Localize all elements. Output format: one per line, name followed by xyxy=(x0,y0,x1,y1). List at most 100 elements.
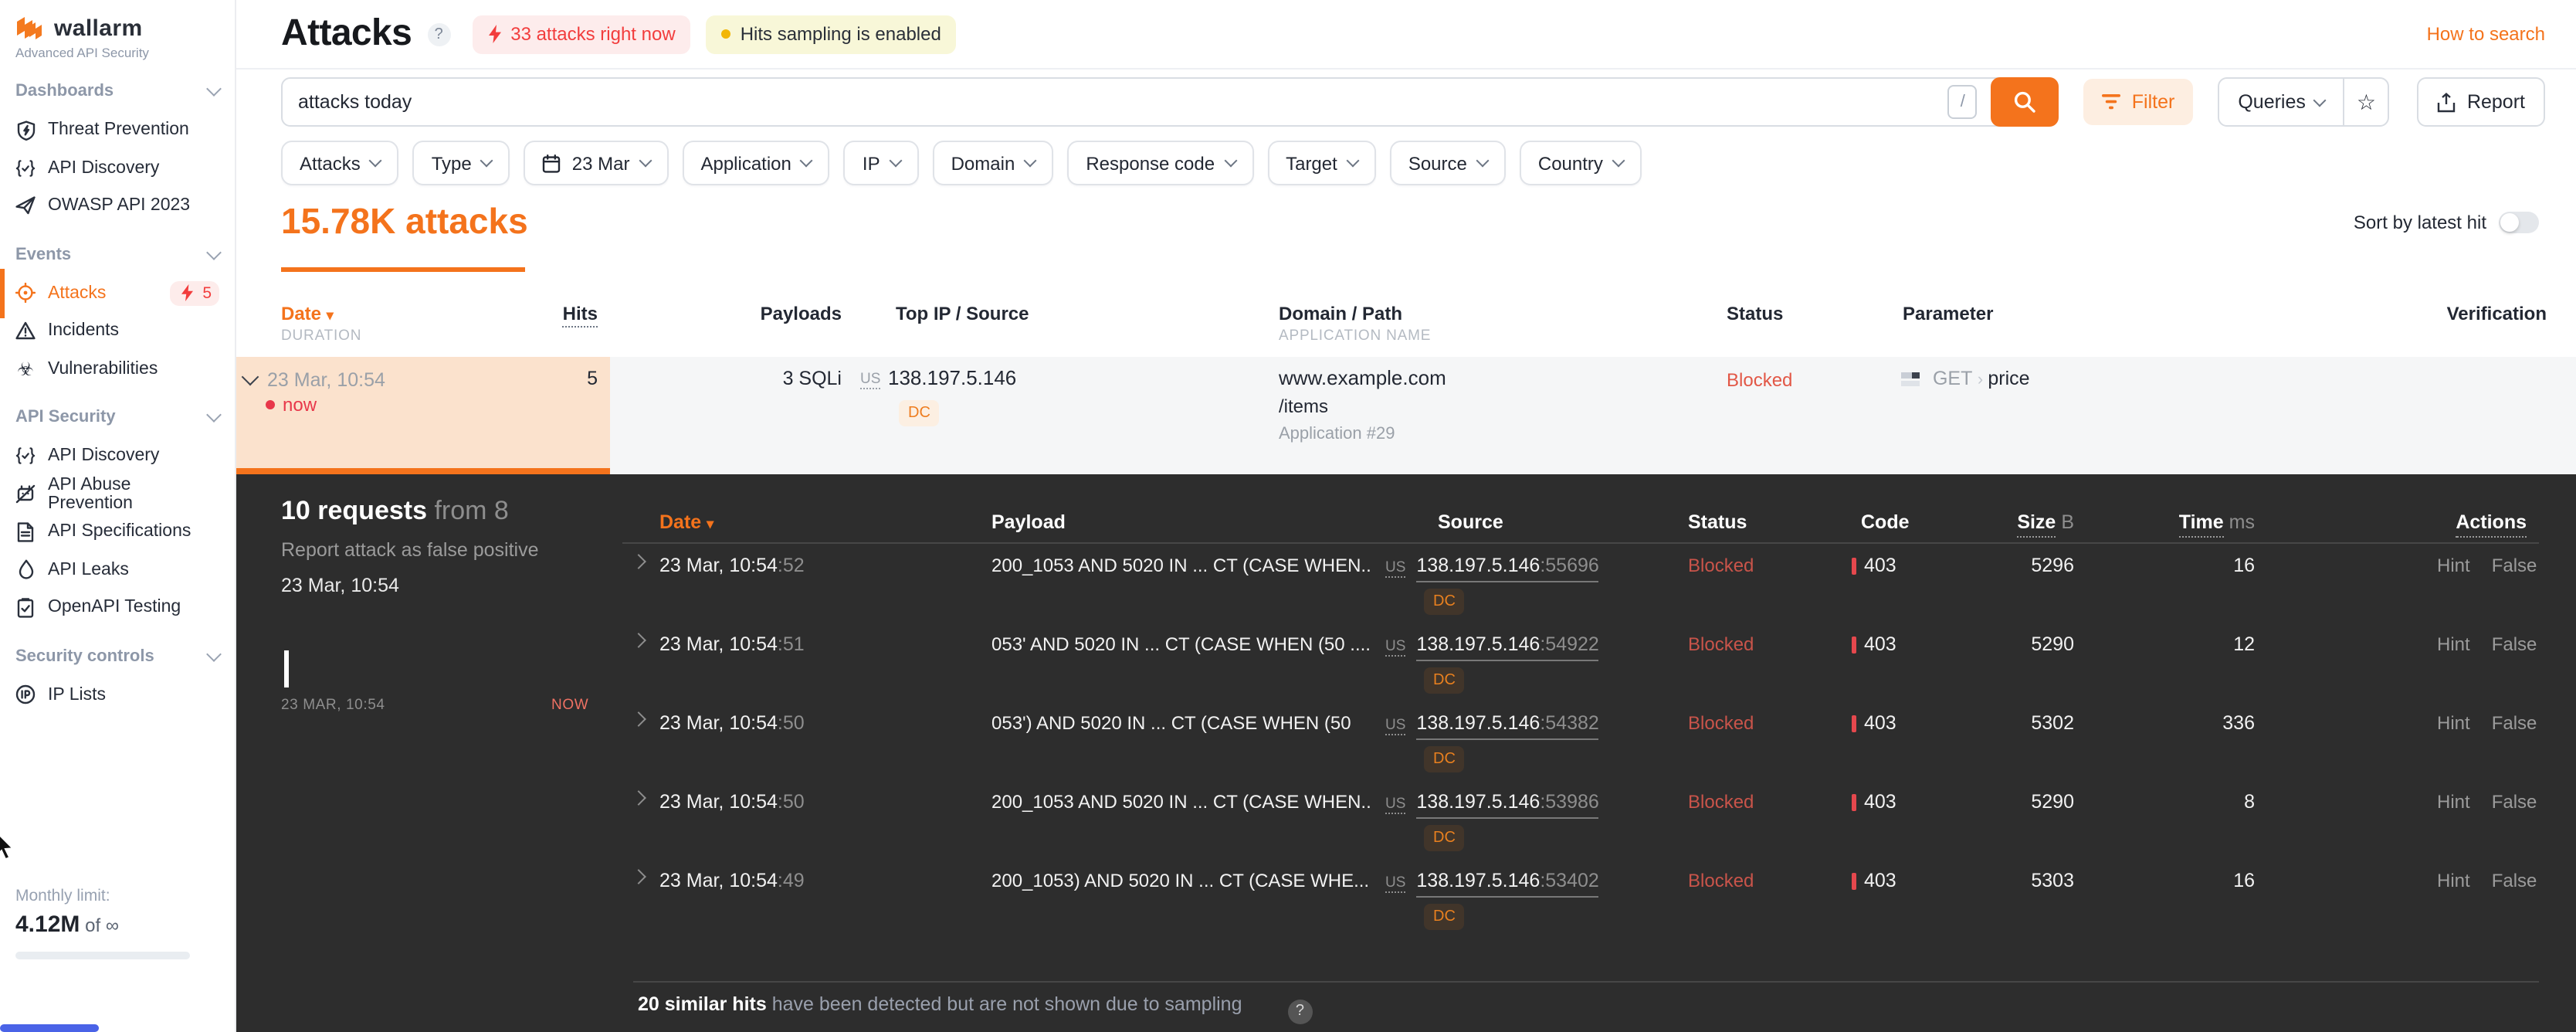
hint-action[interactable]: Hint xyxy=(2437,633,2470,655)
favorite-query-button[interactable]: ☆ xyxy=(2342,79,2388,125)
hit-ip-link[interactable]: 138.197.5.146:53986 xyxy=(1416,791,1599,819)
sidebar-section-dashboards[interactable]: Dashboards xyxy=(15,81,222,100)
filter-chip-ip[interactable]: IP xyxy=(843,141,919,185)
hit-row[interactable]: 23 Mar, 10:54:51 053' AND 5020 IN ... CT … xyxy=(235,633,2576,712)
col-hits[interactable]: Hits xyxy=(520,303,598,328)
datacenter-tag[interactable]: DC xyxy=(1424,904,1465,930)
attacks-now-badge[interactable]: 33 attacks right now xyxy=(472,15,691,53)
how-to-search-link[interactable]: How to search xyxy=(2427,23,2545,45)
attack-datacenter-tag[interactable]: DC xyxy=(899,400,940,426)
filter-chip-domain[interactable]: Domain xyxy=(932,141,1054,185)
filter-chip-attacks[interactable]: Attacks xyxy=(281,141,399,185)
filter-chip-application[interactable]: Application xyxy=(682,141,830,185)
hit-row[interactable]: 23 Mar, 10:54:50 200_1053 AND 5020 IN ...… xyxy=(235,790,2576,870)
sidebar-item-threat-prevention[interactable]: Threat Prevention xyxy=(0,111,235,149)
attack-parameter: GET › price xyxy=(1901,368,2030,389)
sidebar-item-api-specifications[interactable]: API Specifications xyxy=(0,513,235,551)
hit-response-code: 403 xyxy=(1852,555,1896,576)
filter-chip-type[interactable]: Type xyxy=(412,141,510,185)
detail-col-size[interactable]: Size B xyxy=(1920,511,2074,538)
hit-source: US 138.197.5.146:54382 xyxy=(1385,712,1599,740)
hit-date: 23 Mar, 10:54:49 xyxy=(659,870,805,891)
hint-action[interactable]: Hint xyxy=(2437,791,2470,813)
attack-payloads[interactable]: 3 SQLi xyxy=(687,368,842,389)
sidebar-item-vulnerabilities[interactable]: ☣ Vulnerabilities xyxy=(0,350,235,388)
sidebar-section-events[interactable]: Events xyxy=(15,244,222,263)
hint-action[interactable]: Hint xyxy=(2437,870,2470,891)
hit-payload[interactable]: 200_1053) AND 5020 IN ... CT (CASE WHE..… xyxy=(991,870,1370,891)
hit-ip-link[interactable]: 138.197.5.146:55696 xyxy=(1416,555,1599,582)
hit-payload[interactable]: 053' AND 5020 IN ... CT (CASE WHEN (50 .… xyxy=(991,633,1370,655)
false-action[interactable]: False xyxy=(2492,555,2537,576)
chevron-right-icon[interactable] xyxy=(631,554,646,569)
search-button[interactable] xyxy=(1991,77,2059,127)
chevron-right-icon[interactable] xyxy=(631,790,646,806)
hit-row[interactable]: 23 Mar, 10:54:52 200_1053 AND 5020 IN ...… xyxy=(235,554,2576,633)
false-action[interactable]: False xyxy=(2492,633,2537,655)
chevron-right-icon[interactable] xyxy=(631,711,646,727)
sidebar-section-api-security[interactable]: API Security xyxy=(15,407,222,426)
report-button[interactable]: Report xyxy=(2417,77,2545,127)
sidebar-item-api-abuse-prevention[interactable]: API Abuse Prevention xyxy=(0,475,235,513)
chevron-down-icon xyxy=(206,646,222,661)
hint-action[interactable]: Hint xyxy=(2437,555,2470,576)
filter-chip-source[interactable]: Source xyxy=(1389,141,1506,185)
detail-col-time[interactable]: Time ms xyxy=(2100,511,2255,538)
country-code[interactable]: US xyxy=(1385,796,1406,814)
sidebar-item-api-discovery[interactable]: API Discovery xyxy=(0,437,235,475)
attack-row-expander[interactable]: 23 Mar, 10:54 xyxy=(241,368,385,391)
false-action[interactable]: False xyxy=(2492,712,2537,734)
queries-button[interactable]: Queries xyxy=(2219,79,2343,125)
datacenter-tag[interactable]: DC xyxy=(1424,667,1465,694)
datacenter-tag[interactable]: DC xyxy=(1424,825,1465,851)
country-code[interactable]: US xyxy=(1385,874,1406,893)
hit-payload[interactable]: 200_1053 AND 5020 IN ... CT (CASE WHEN..… xyxy=(991,791,1370,813)
attack-country[interactable]: US xyxy=(860,371,881,389)
attack-path: /items xyxy=(1279,395,1329,417)
hit-ip-link[interactable]: 138.197.5.146:54922 xyxy=(1416,633,1599,661)
sidebar-item-attacks[interactable]: Attacks 5 xyxy=(0,268,235,317)
hit-row[interactable]: 23 Mar, 10:54:49 200_1053) AND 5020 IN ..… xyxy=(235,869,2576,949)
sidebar-section-security-controls[interactable]: Security controls xyxy=(15,646,222,665)
hit-date: 23 Mar, 10:54:51 xyxy=(659,633,805,655)
hint-action[interactable]: Hint xyxy=(2437,712,2470,734)
sidebar-item-api-discovery[interactable]: API Discovery xyxy=(0,149,235,187)
filter-chip-target[interactable]: Target xyxy=(1267,141,1376,185)
hit-payload[interactable]: 200_1053 AND 5020 IN ... CT (CASE WHEN..… xyxy=(991,555,1370,576)
hit-ip-link[interactable]: 138.197.5.146:54382 xyxy=(1416,712,1599,740)
hit-payload[interactable]: 053') AND 5020 IN ... CT (CASE WHEN (50 xyxy=(991,712,1370,734)
sidebar-item-api-leaks[interactable]: API Leaks xyxy=(0,551,235,589)
country-code[interactable]: US xyxy=(1385,717,1406,735)
chevron-right-icon[interactable] xyxy=(631,869,646,884)
hit-row[interactable]: 23 Mar, 10:54:50 053') AND 5020 IN ... CT… xyxy=(235,711,2576,791)
country-code[interactable]: US xyxy=(1385,559,1406,578)
country-code[interactable]: US xyxy=(1385,638,1406,657)
detail-col-date[interactable]: Date ▾ xyxy=(659,511,713,533)
datacenter-tag[interactable]: DC xyxy=(1424,589,1465,615)
datacenter-tag[interactable]: DC xyxy=(1424,746,1465,772)
filter-chip-country[interactable]: Country xyxy=(1519,141,1642,185)
help-icon[interactable]: ? xyxy=(427,22,451,46)
sort-toggle[interactable] xyxy=(2499,212,2539,233)
document-icon xyxy=(15,521,36,542)
search-input[interactable] xyxy=(283,91,1948,113)
sidebar-item-incidents[interactable]: Incidents xyxy=(0,312,235,350)
filter-button[interactable]: Filter xyxy=(2083,79,2194,125)
sidebar-item-ip-lists[interactable]: IP Lists xyxy=(0,676,235,714)
col-source: Top IP / Source xyxy=(896,303,1029,324)
filter-chip-23-mar[interactable]: 23 Mar xyxy=(524,141,669,185)
chevron-right-icon[interactable] xyxy=(631,633,646,648)
false-action[interactable]: False xyxy=(2492,870,2537,891)
false-action[interactable]: False xyxy=(2492,791,2537,813)
hit-ip-link[interactable]: 138.197.5.146:53402 xyxy=(1416,870,1599,898)
sidebar-item-owasp-api-2023[interactable]: OWASP API 2023 xyxy=(0,187,235,225)
attack-row[interactable]: 23 Mar, 10:54 now 5 3 SQLi US 138.197.5.… xyxy=(235,357,2576,474)
hit-response-code: 403 xyxy=(1852,791,1896,813)
col-date[interactable]: Date ▾ xyxy=(281,303,334,324)
help-icon[interactable]: ? xyxy=(1287,999,1313,1024)
detail-col-actions[interactable]: Actions xyxy=(2372,511,2527,538)
filter-chip-response-code[interactable]: Response code xyxy=(1067,141,1254,185)
attack-ip[interactable]: 138.197.5.146 xyxy=(888,366,1016,389)
sidebar-item-openapi-testing[interactable]: OpenAPI Testing xyxy=(0,589,235,626)
yellow-dot-icon xyxy=(721,29,731,39)
